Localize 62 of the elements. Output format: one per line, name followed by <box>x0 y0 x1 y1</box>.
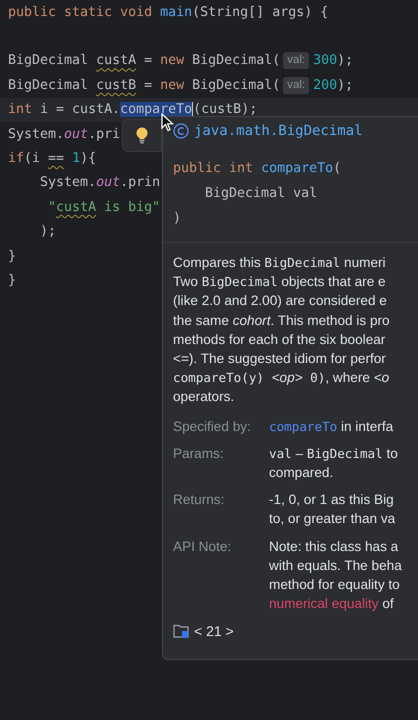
code-text: ); <box>337 78 354 93</box>
code-text: BigDecimal( <box>192 53 280 68</box>
section-label: Returns: <box>173 491 226 510</box>
code-text: ); <box>337 53 354 68</box>
code-text: i = custA. <box>40 102 120 118</box>
code-number: 300 <box>313 53 338 68</box>
code-method: main <box>160 4 192 20</box>
code-text: ( <box>333 160 342 178</box>
code-text: BigDecimal <box>8 78 90 93</box>
code-string: is big" <box>103 200 160 215</box>
code-text: ); <box>39 224 56 240</box>
code-text: } <box>8 248 16 264</box>
code-keyword: public int <box>173 160 254 178</box>
code-keyword: public static void <box>8 4 154 20</box>
code-text: (i <box>24 151 42 166</box>
code-number: 200 <box>313 78 338 93</box>
parameter-hint: val: <box>283 76 310 94</box>
intention-bulb-button[interactable] <box>122 119 162 152</box>
section-label: Specified by: <box>173 418 252 436</box>
selected-text: compareTo <box>120 102 194 118</box>
code-text: System. <box>8 126 64 142</box>
code-variable: == <box>48 151 64 166</box>
section-text: compareTo in interfa <box>269 418 394 436</box>
code-text: .prin <box>120 175 160 190</box>
code-text: ){ <box>80 151 96 166</box>
section-label: API Note: <box>173 538 232 556</box>
code-number: 1 <box>71 151 80 166</box>
lightbulb-icon <box>136 127 148 144</box>
code-text: = <box>143 53 154 68</box>
link[interactable]: numerical equality <box>269 596 379 612</box>
code-text: .pri <box>88 126 120 142</box>
link[interactable]: compareTo <box>269 418 338 434</box>
code-string: custA <box>56 200 96 215</box>
code-text: (String[] args) { <box>192 4 328 20</box>
class-name-link[interactable]: java.math.BigDecimal <box>194 123 363 139</box>
code-text: (custB); <box>193 102 258 118</box>
section-text: -1, 0, or 1 as this Big to, or greater than va <box>269 491 396 528</box>
code-text: } <box>8 272 16 288</box>
class-icon <box>173 123 189 139</box>
code-keyword: int <box>8 102 34 118</box>
section-label: Params: <box>173 444 225 463</box>
code-field: out <box>96 175 120 190</box>
folder-icon <box>173 623 190 640</box>
code-variable: custB <box>96 78 136 93</box>
description-text: Compares this BigDecimal numeri Two BigDecimal objects that are e (like 2.0 and 2.00) are considered e the same cohort. This method is pro methods for each of the six boolear <=). The suggested idiom for perfor compareTo(y) <op> 0), where <o operators. <box>173 254 391 406</box>
code-keyword: if <box>8 151 24 166</box>
code-string: " <box>47 200 56 215</box>
code-text: ) <box>173 210 182 228</box>
code-method: compareTo <box>261 160 334 178</box>
code-text: = <box>143 78 154 93</box>
section-text: Note: this class has a with equals. The beha method for equality to numerical equality of <box>269 538 403 614</box>
code-text: BigDecimal <box>8 53 90 68</box>
code-field: out <box>64 126 88 142</box>
code-keyword: new <box>160 53 186 68</box>
section-text: val – BigDecimal to compared. <box>269 444 399 482</box>
pager-text[interactable]: < 21 > <box>194 623 234 640</box>
parameter-hint: val: <box>283 52 310 70</box>
code-text: BigDecimal val <box>204 185 318 203</box>
code-keyword: new <box>160 78 186 93</box>
code-text: BigDecimal( <box>192 78 280 93</box>
code-variable: custA <box>96 53 136 68</box>
code-text: System. <box>39 175 96 190</box>
